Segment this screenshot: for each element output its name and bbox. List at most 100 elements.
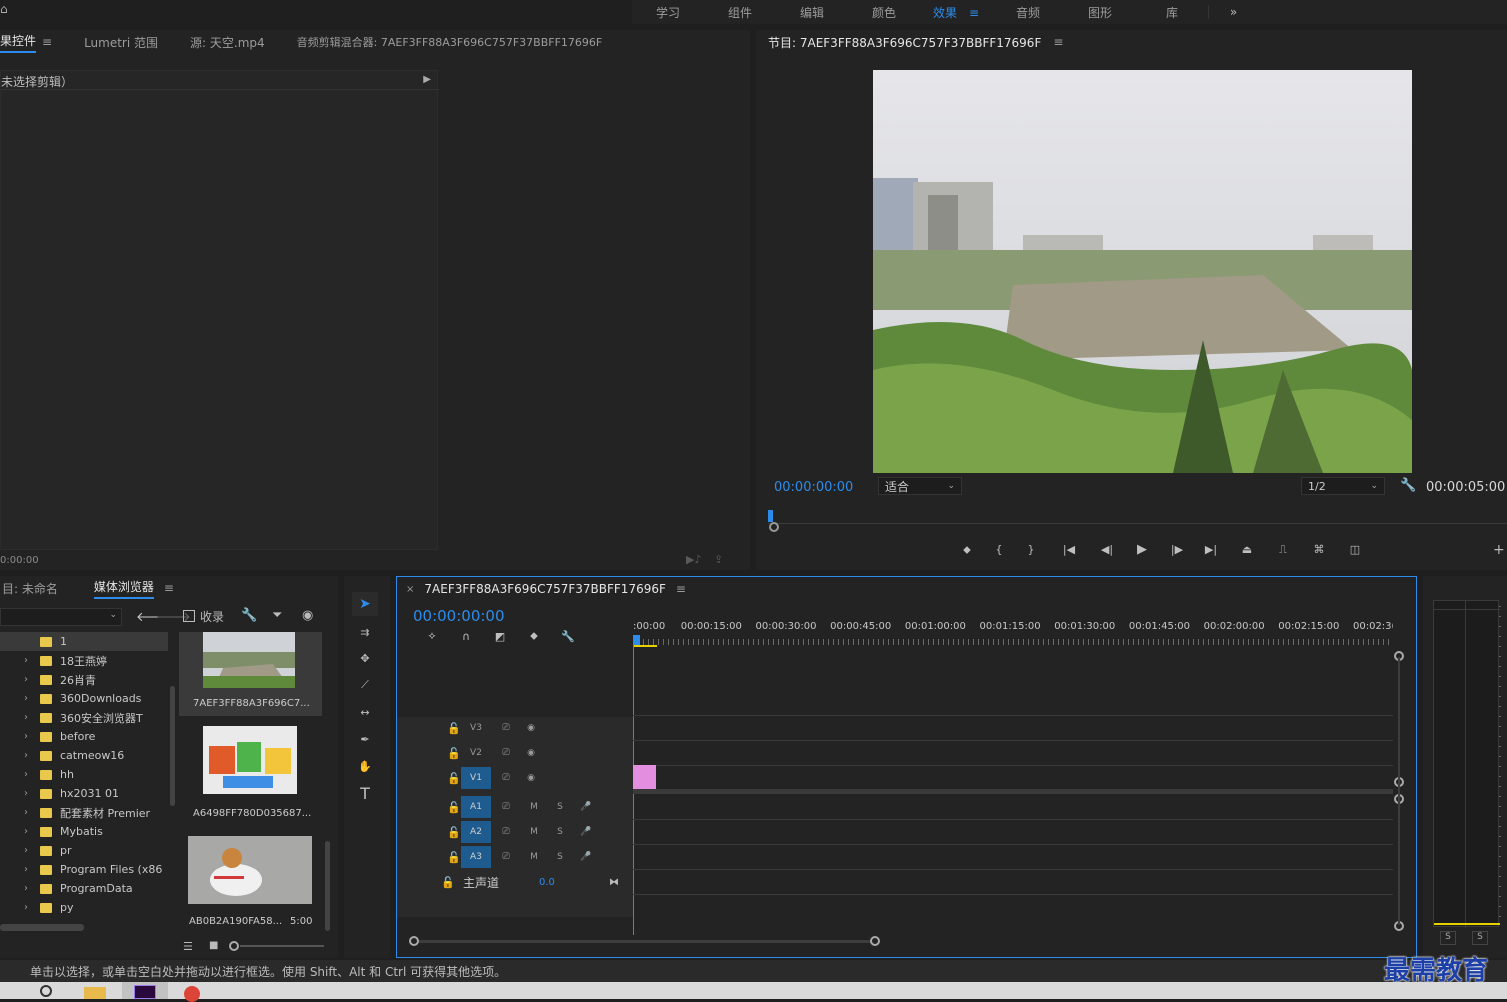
resolution-dropdown[interactable]: 1/2 ⌄ <box>1301 477 1385 495</box>
solo-left-button[interactable]: S <box>1440 931 1456 945</box>
track-target-a2[interactable]: A2 <box>461 821 491 843</box>
nest-icon[interactable]: ⟡ <box>415 629 449 643</box>
playhead[interactable] <box>768 510 773 522</box>
list-item[interactable]: › hx2031 01 <box>0 784 168 803</box>
go-to-out-icon[interactable]: ▶| <box>1193 543 1229 556</box>
list-item[interactable]: › 配套素材 Premier <box>0 803 168 822</box>
list-item[interactable]: › 360安全浏览器T <box>0 708 168 727</box>
fit-dropdown[interactable]: 适合 ⌄ <box>878 477 962 495</box>
expand-arrow-icon[interactable]: ▶ <box>423 74 431 85</box>
workspace-tab-libraries[interactable]: 库 <box>1136 4 1208 21</box>
workspace-tab-learn[interactable]: 学习 <box>632 4 704 21</box>
close-icon[interactable]: × <box>406 584 414 595</box>
workspace-overflow-button[interactable]: » <box>1208 5 1258 19</box>
play-icon[interactable]: ▶ <box>1123 542 1161 557</box>
zoom-handle[interactable] <box>769 522 779 532</box>
tab-effect-controls[interactable]: 果控件 ≡ <box>0 30 62 54</box>
comparison-view-icon[interactable]: ◫ <box>1337 543 1373 556</box>
lock-icon[interactable]: 🔓 <box>397 851 461 864</box>
sync-lock-icon[interactable]: ⎚ <box>491 846 521 868</box>
list-item[interactable]: › pr <box>0 841 168 860</box>
step-forward-icon[interactable]: |▶ <box>1161 543 1193 556</box>
filter-icon[interactable]: ⏷ <box>272 608 282 623</box>
panel-menu-icon[interactable]: ≡ <box>164 581 174 595</box>
list-item[interactable]: › catmeow16 <box>0 746 168 765</box>
add-button-icon[interactable]: + <box>1493 542 1505 558</box>
list-item[interactable]: › ProgramData <box>0 879 168 898</box>
chevron-right-icon[interactable]: › <box>0 826 40 837</box>
selection-tool-icon[interactable]: ➤ <box>352 592 378 616</box>
workspace-tab-assembly[interactable]: 组件 <box>704 4 776 21</box>
list-item[interactable]: › Mybatis <box>0 822 168 841</box>
eye-icon[interactable]: ◉ <box>521 742 541 764</box>
master-volume-value[interactable]: 0.0 <box>539 877 609 888</box>
slip-tool-icon[interactable]: ↔ <box>352 700 378 724</box>
linked-selection-icon[interactable]: ◩ <box>483 629 517 643</box>
lift-icon[interactable]: ⏏ <box>1229 543 1265 556</box>
workspace-tab-editing[interactable]: 编辑 <box>776 4 848 21</box>
chevron-right-icon[interactable]: › <box>0 712 40 723</box>
solo-right-button[interactable]: S <box>1472 931 1488 945</box>
add-marker-icon[interactable]: ⬥ <box>517 629 551 643</box>
time-ruler[interactable]: :00:00 00:00:15:00 00:00:30:00 00:00:45:… <box>633 617 1393 647</box>
tab-audio-clip-mixer[interactable]: 音频剪辑混合器: 7AEF3FF88A3F696C757F37BBFF17696… <box>287 30 613 54</box>
chevron-right-icon[interactable]: › <box>0 902 40 913</box>
tab-source[interactable]: 源: 天空.mp4 <box>180 30 275 54</box>
go-to-in-icon[interactable]: |◀ <box>1047 543 1091 556</box>
chevron-right-icon[interactable]: › <box>0 655 40 666</box>
work-area-bar[interactable] <box>633 645 657 647</box>
export-icon[interactable]: ⇪ <box>714 553 723 566</box>
panel-menu-icon[interactable]: ≡ <box>42 35 52 49</box>
razor-tool-icon[interactable]: ⟋ <box>352 673 378 697</box>
workspace-tab-graphics[interactable]: 图形 <box>1064 4 1136 21</box>
list-item[interactable]: › hh <box>0 765 168 784</box>
microphone-icon[interactable]: 🎤 <box>573 846 599 868</box>
zoom-scroll-left-handle[interactable] <box>409 936 419 946</box>
program-timecode-in[interactable]: 00:00:00:00 <box>774 480 853 495</box>
track-target-a3[interactable]: A3 <box>461 846 491 868</box>
wrench-icon[interactable]: 🔧 <box>551 629 585 643</box>
sync-lock-icon[interactable]: ⎚ <box>491 796 521 818</box>
mark-in-icon[interactable]: { <box>983 543 1015 556</box>
mute-button[interactable]: M <box>521 821 547 843</box>
track-select-tool-icon[interactable]: ⇉ <box>352 620 378 644</box>
panel-menu-icon[interactable]: ≡ <box>1053 35 1063 49</box>
lock-icon[interactable]: 🔓 <box>397 772 461 785</box>
premiere-taskbar-item[interactable] <box>122 982 168 999</box>
program-scrub-ruler[interactable] <box>768 510 1507 524</box>
workspace-tab-color[interactable]: 颜色 <box>848 4 920 21</box>
extract-icon[interactable]: ⎍ <box>1265 543 1301 557</box>
camera-icon[interactable]: ⌘ <box>1301 543 1337 556</box>
wrench-icon[interactable]: 🔧 <box>1400 478 1416 493</box>
marker-icon[interactable]: ⬥ <box>951 543 983 557</box>
lock-icon[interactable]: 🔓 <box>397 722 461 735</box>
tab-lumetri-scopes[interactable]: Lumetri 范围 <box>74 30 168 54</box>
media-thumbnail[interactable]: AB0B2A190FA58... 5:00 <box>179 834 322 934</box>
thumbnail-scrollbar[interactable] <box>325 841 330 931</box>
location-dropdown[interactable]: ⌄ <box>0 608 122 626</box>
chevron-right-icon[interactable]: › <box>0 788 40 799</box>
zoom-slider-handle[interactable] <box>229 941 239 951</box>
chrome-icon[interactable] <box>184 986 200 1002</box>
track-target-v3[interactable]: V3 <box>461 717 491 739</box>
mute-button[interactable]: M <box>521 796 547 818</box>
collect-checkbox[interactable] <box>183 610 195 622</box>
type-tool-icon[interactable]: T <box>352 781 378 805</box>
chevron-right-icon[interactable]: › <box>0 845 40 856</box>
chevron-right-icon[interactable]: › <box>0 731 40 742</box>
tab-project[interactable]: 目: 未命名 <box>0 576 68 600</box>
zoom-slider-track[interactable] <box>240 945 324 947</box>
v-scrollbar-track[interactable] <box>1398 657 1400 925</box>
track-target-v1[interactable]: V1 <box>461 767 491 789</box>
tab-program[interactable]: 节目: 7AEF3FF88A3F696C757F37BBFF17696F ≡ <box>756 30 1073 54</box>
step-back-icon[interactable]: ◀| <box>1091 543 1123 556</box>
workspace-menu-icon[interactable]: ≡ <box>969 6 979 20</box>
folder-tree-vscrollbar[interactable] <box>170 686 175 806</box>
list-view-icon[interactable]: ☰ <box>183 940 193 953</box>
chevron-right-icon[interactable]: › <box>0 883 40 894</box>
lock-icon[interactable]: 🔓 <box>397 876 455 889</box>
sync-lock-icon[interactable]: ⎚ <box>491 821 521 843</box>
chevron-right-icon[interactable]: › <box>0 807 40 818</box>
chevron-right-icon[interactable]: › <box>0 674 40 685</box>
mute-button[interactable]: M <box>521 846 547 868</box>
